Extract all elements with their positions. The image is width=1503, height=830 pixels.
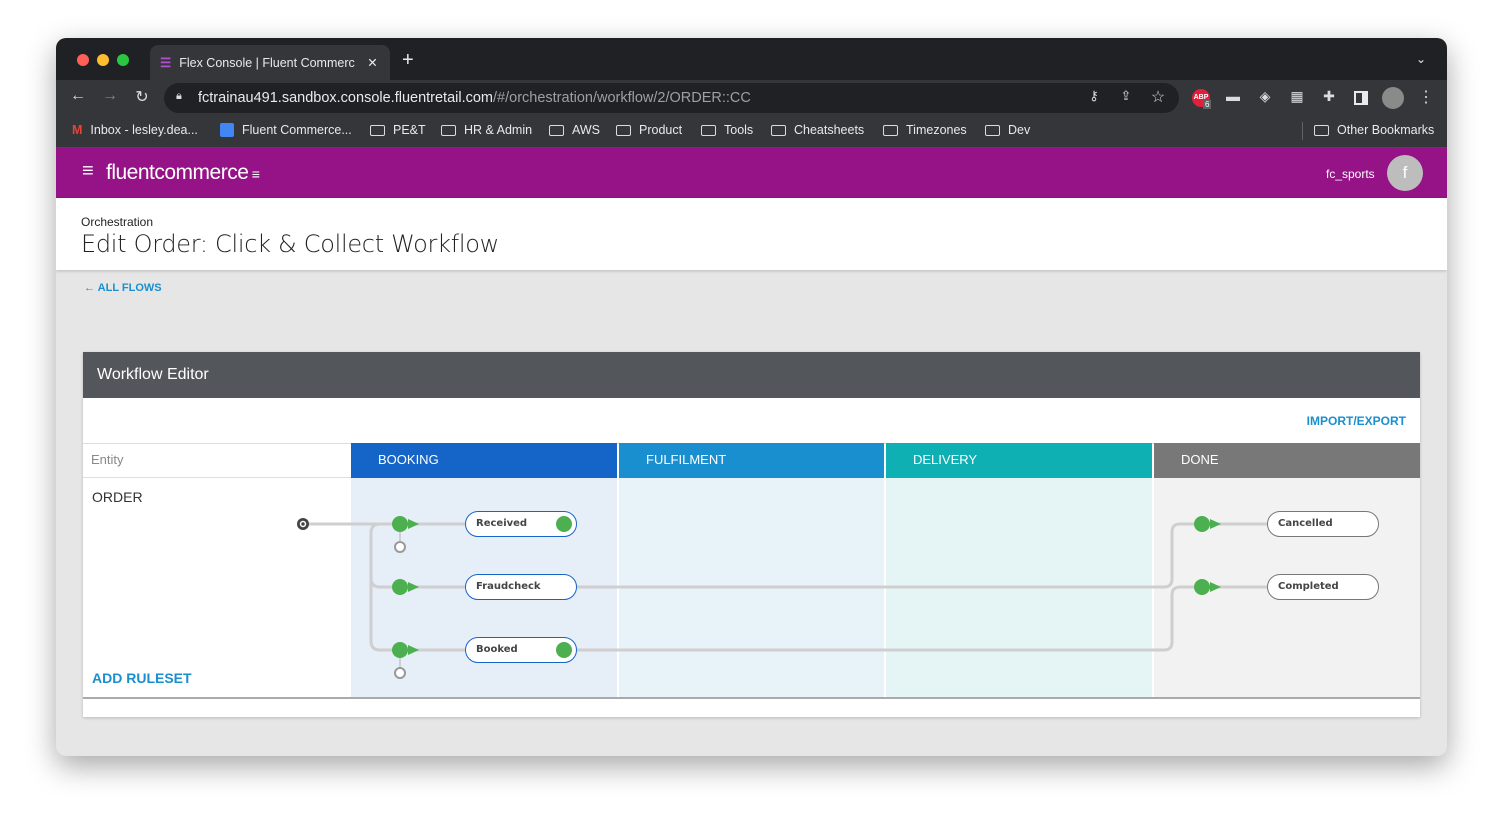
state-cancelled[interactable]: Cancelled xyxy=(1267,511,1379,537)
ruleset-node-icon xyxy=(392,516,419,532)
connector-line xyxy=(577,522,1267,589)
ruleset-icon[interactable] xyxy=(556,516,572,532)
end-node-icon xyxy=(394,541,406,553)
ruleset-node-icon xyxy=(1194,579,1221,595)
state-label: Completed xyxy=(1278,581,1339,592)
workflow-diagram xyxy=(297,516,1267,679)
end-node-icon xyxy=(394,667,406,679)
state-completed[interactable]: Completed xyxy=(1267,574,1379,600)
state-received[interactable]: Received xyxy=(465,511,577,537)
state-label: Booked xyxy=(476,644,518,655)
connector-line xyxy=(577,585,1267,652)
ruleset-node-icon xyxy=(1194,516,1221,532)
state-label: Received xyxy=(476,518,528,529)
ruleset-node-icon xyxy=(392,642,419,658)
state-fraudcheck[interactable]: Fraudcheck xyxy=(465,574,577,600)
ruleset-node-icon xyxy=(392,579,419,595)
ruleset-icon[interactable] xyxy=(556,642,572,658)
connector-line xyxy=(369,577,465,589)
state-label: Fraudcheck xyxy=(476,581,541,592)
state-booked[interactable]: Booked xyxy=(465,637,577,663)
connections xyxy=(303,522,1267,673)
start-node-icon xyxy=(297,518,309,530)
state-label: Cancelled xyxy=(1278,518,1333,529)
